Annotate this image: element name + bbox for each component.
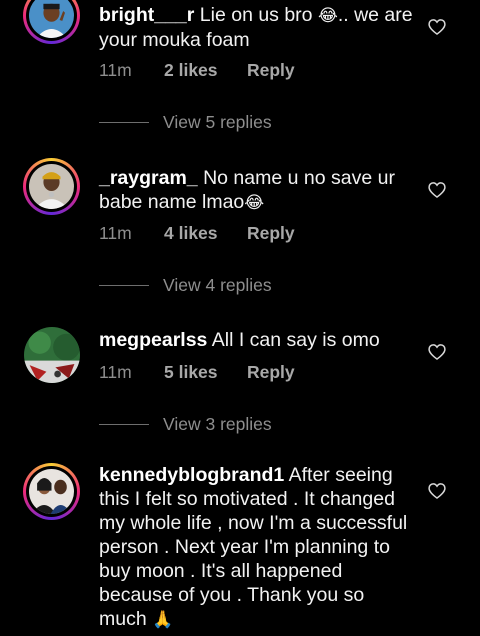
avatar-image bbox=[24, 327, 80, 383]
view-replies-button[interactable]: View 5 replies bbox=[99, 112, 272, 133]
avatar[interactable] bbox=[23, 158, 80, 215]
reply-button[interactable]: Reply bbox=[247, 362, 295, 383]
comment-meta: 11m 2 likes Reply bbox=[99, 60, 295, 81]
comment-text: Lie on us bro bbox=[199, 4, 313, 26]
comment-username[interactable]: _raygram_ bbox=[99, 167, 198, 189]
comment-body: kennedyblogbrand1 After seeing this I fe… bbox=[99, 463, 417, 632]
heart-outline-icon[interactable] bbox=[427, 180, 447, 200]
comment-body: megpearlss All I can say is omo bbox=[99, 328, 417, 352]
view-replies-label: View 4 replies bbox=[163, 275, 272, 295]
comment-meta: 11m 5 likes Reply bbox=[99, 362, 295, 383]
view-replies-button[interactable]: View 4 replies bbox=[99, 275, 272, 296]
avatar-image bbox=[29, 164, 74, 209]
heart-outline-icon[interactable] bbox=[427, 17, 447, 37]
comment-time: 11m bbox=[99, 60, 132, 80]
comment-text: After seeing this I felt so motivated . … bbox=[99, 464, 408, 630]
avatar[interactable] bbox=[23, 463, 80, 520]
view-replies-label: View 5 replies bbox=[163, 112, 272, 132]
avatar[interactable] bbox=[24, 327, 80, 383]
comment-likes[interactable]: 5 likes bbox=[164, 362, 247, 383]
reply-button[interactable]: Reply bbox=[247, 60, 295, 81]
comment-username[interactable]: megpearlss bbox=[99, 329, 207, 351]
replies-divider bbox=[99, 424, 149, 425]
folded-hands-emoji: 🙏 bbox=[152, 610, 174, 630]
comment-likes[interactable]: 4 likes bbox=[164, 223, 247, 244]
replies-divider bbox=[99, 122, 149, 123]
comment-username[interactable]: kennedyblogbrand1 bbox=[99, 464, 284, 486]
comment-body: _raygram_ No name u no save ur babe name… bbox=[99, 166, 417, 215]
heart-outline-icon[interactable] bbox=[427, 342, 447, 362]
reply-button[interactable]: Reply bbox=[247, 223, 295, 244]
comment-time: 11m bbox=[99, 223, 132, 243]
comment-time: 11m bbox=[99, 362, 132, 382]
avatar-image bbox=[29, 0, 74, 38]
laughing-emoji: 😂 bbox=[317, 6, 338, 26]
comment-username[interactable]: bright___r bbox=[99, 4, 194, 26]
view-replies-button[interactable]: View 3 replies bbox=[99, 414, 272, 435]
view-replies-label: View 3 replies bbox=[163, 414, 272, 434]
avatar-image bbox=[29, 469, 74, 514]
comment-body: bright___r Lie on us bro 😂.. we are your… bbox=[99, 3, 417, 52]
avatar[interactable] bbox=[23, 0, 80, 44]
laughing-emoji: 😂 bbox=[244, 193, 265, 213]
comment-text: All I can say is omo bbox=[211, 329, 380, 351]
heart-outline-icon[interactable] bbox=[427, 481, 447, 501]
replies-divider bbox=[99, 285, 149, 286]
comment-meta: 11m 4 likes Reply bbox=[99, 223, 295, 244]
comment-likes[interactable]: 2 likes bbox=[164, 60, 247, 81]
